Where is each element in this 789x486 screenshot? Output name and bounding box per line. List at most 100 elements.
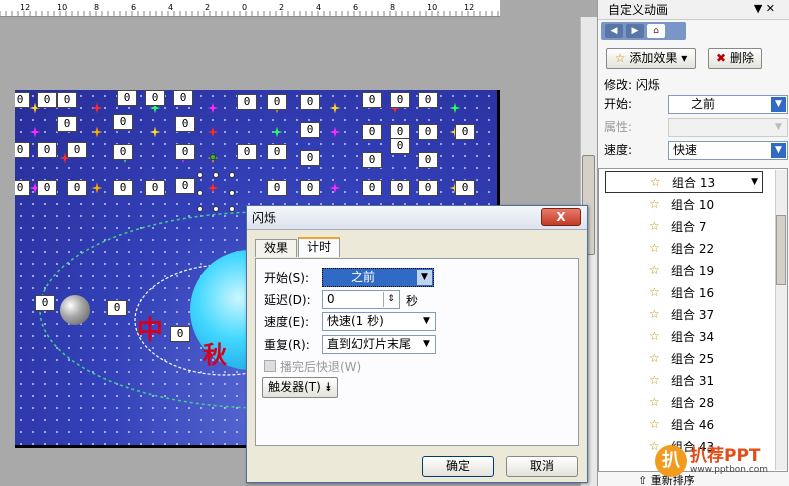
chevron-down-icon[interactable]: ▼ — [771, 143, 786, 158]
canvas-margin — [0, 17, 14, 486]
zero-label[interactable]: 0 — [67, 180, 87, 196]
chevron-down-icon[interactable]: ▼ — [751, 177, 758, 187]
zero-label[interactable]: 0 — [418, 92, 438, 108]
zero-label[interactable]: 0 — [67, 142, 87, 158]
animation-list-item[interactable]: ☆ 组合 37 — [599, 303, 771, 325]
reorder-up-icon[interactable]: ⇧ — [638, 474, 647, 486]
animation-list-item[interactable]: ☆ 组合 10 — [599, 193, 771, 215]
zero-label[interactable]: 0 — [390, 180, 410, 196]
chevron-down-icon[interactable]: ▼ — [419, 337, 434, 352]
zero-label[interactable]: 0 — [267, 94, 287, 110]
zero-label[interactable]: 0 — [175, 144, 195, 160]
zero-label[interactable]: 0 — [455, 180, 475, 196]
animation-list-item[interactable]: ☆ 组合 13 ▼ — [605, 171, 763, 193]
close-button[interactable]: X — [541, 208, 581, 226]
delay-input[interactable]: 0 ⇕ — [322, 290, 400, 309]
zero-label[interactable]: 0 — [113, 144, 133, 160]
rotate-handle[interactable] — [210, 154, 216, 160]
zero-label[interactable]: 0 — [37, 142, 57, 158]
spinner-icon[interactable]: ⇕ — [383, 292, 398, 307]
zero-label[interactable]: 0 — [145, 180, 165, 196]
repeat-select[interactable]: 直到幻灯片末尾 ▼ — [322, 335, 436, 354]
zero-label[interactable]: 0 — [57, 116, 77, 132]
pane-speed-select[interactable]: 快速 ▼ — [668, 141, 788, 160]
zero-label[interactable]: 0 — [117, 90, 137, 106]
zero-label[interactable]: 0 — [362, 180, 382, 196]
zero-label[interactable]: 0 — [455, 124, 475, 140]
zero-label[interactable]: 0 — [300, 94, 320, 110]
zero-label[interactable]: 0 — [175, 116, 195, 132]
animation-list[interactable]: ☆ 组合 13 ▼ ☆ 组合 10 ☆ 组合 7 ☆ 组合 22 ☆ 组合 19 ☆ 组合 16 ☆ 组合 … — [598, 168, 788, 472]
dialog-title-bar[interactable]: 闪烁 — [247, 206, 587, 230]
animation-list-item[interactable]: ☆ 组合 16 — [599, 281, 771, 303]
zero-label[interactable]: 0 — [170, 326, 190, 342]
zero-label[interactable]: 0 — [15, 180, 30, 196]
selection-handle[interactable] — [213, 206, 219, 212]
zero-label[interactable]: 0 — [237, 94, 257, 110]
selection-handle[interactable] — [197, 190, 203, 196]
zero-label[interactable]: 0 — [418, 180, 438, 196]
zero-label[interactable]: 0 — [175, 178, 195, 194]
animation-list-item[interactable]: ☆ 组合 46 — [599, 413, 771, 435]
animation-list-item[interactable]: ☆ 组合 7 — [599, 215, 771, 237]
ok-button[interactable]: 确定 — [422, 456, 494, 477]
zero-label[interactable]: 0 — [300, 150, 320, 166]
delete-button[interactable]: ✖ 删除 — [708, 48, 762, 69]
animation-list-item[interactable]: ☆ 组合 31 — [599, 369, 771, 391]
rewind-checkbox[interactable] — [264, 360, 276, 372]
zero-label[interactable]: 0 — [390, 138, 410, 154]
pane-start-select[interactable]: 之前 ▼ — [668, 95, 788, 114]
zero-label[interactable]: 0 — [418, 124, 438, 140]
zero-label[interactable]: 0 — [362, 124, 382, 140]
zero-label[interactable]: 0 — [35, 295, 55, 311]
back-icon[interactable]: ◀ — [605, 24, 623, 38]
zero-label[interactable]: 0 — [300, 122, 320, 138]
cancel-button[interactable]: 取消 — [506, 456, 578, 477]
zero-label[interactable]: 0 — [113, 114, 133, 130]
list-scrollbar-thumb[interactable] — [776, 215, 786, 285]
zero-label[interactable]: 0 — [390, 92, 410, 108]
animation-list-item[interactable]: ☆ 组合 34 — [599, 325, 771, 347]
start-select[interactable]: 之前 ▼ — [322, 268, 434, 287]
zero-label[interactable]: 0 — [15, 92, 30, 108]
forward-icon[interactable]: ▶ — [626, 24, 644, 38]
zero-label[interactable]: 0 — [418, 152, 438, 168]
selection-handle[interactable] — [197, 172, 203, 178]
moon-graphic[interactable] — [60, 295, 90, 325]
selection-handle[interactable] — [213, 172, 219, 178]
trigger-button[interactable]: 触发器(T) ⯯ — [262, 377, 338, 398]
chevron-down-icon[interactable]: ▼ — [419, 314, 434, 329]
tab-effect[interactable]: 效果 — [255, 239, 298, 257]
zero-label[interactable]: 0 — [37, 180, 57, 196]
zero-label[interactable]: 0 — [113, 180, 133, 196]
zero-label[interactable]: 0 — [57, 92, 77, 108]
selection-handle[interactable] — [229, 206, 235, 212]
zero-label[interactable]: 0 — [362, 152, 382, 168]
chevron-down-icon[interactable]: ▼ — [417, 270, 432, 285]
speed-select[interactable]: 快速(1 秒) ▼ — [322, 312, 436, 331]
zero-label[interactable]: 0 — [145, 90, 165, 106]
zero-label[interactable]: 0 — [107, 300, 127, 316]
selection-handle[interactable] — [229, 190, 235, 196]
zero-label[interactable]: 0 — [300, 180, 320, 196]
home-icon[interactable]: ⌂ — [647, 24, 665, 38]
zero-label[interactable]: 0 — [267, 180, 287, 196]
zero-label[interactable]: 0 — [237, 144, 257, 160]
animation-list-item[interactable]: ☆ 组合 19 — [599, 259, 771, 281]
animation-list-item[interactable]: ☆ 组合 22 — [599, 237, 771, 259]
zero-label[interactable]: 0 — [362, 92, 382, 108]
zero-label[interactable]: 0 — [267, 144, 287, 160]
tab-timing[interactable]: 计时 — [298, 237, 341, 257]
add-effect-button[interactable]: ☆ 添加效果 ▾ — [606, 48, 696, 69]
effect-options-dialog[interactable]: 闪烁 X 效果 计时 开始(S): 之前 ▼ 延迟(D): 0 ⇕ 秒 速度(E… — [246, 205, 588, 483]
animation-list-item[interactable]: ☆ 组合 25 — [599, 347, 771, 369]
chevron-down-icon[interactable]: ▼ — [771, 97, 786, 112]
pane-property-select[interactable]: ▼ — [668, 118, 788, 137]
selection-handle[interactable] — [197, 206, 203, 212]
zero-label[interactable]: 0 — [37, 92, 57, 108]
selection-handle[interactable] — [229, 172, 235, 178]
pane-menu-icon[interactable]: ▼ ✕ — [754, 2, 775, 15]
zero-label[interactable]: 0 — [173, 90, 193, 106]
zero-label[interactable]: 0 — [15, 142, 30, 158]
animation-list-item[interactable]: ☆ 组合 28 — [599, 391, 771, 413]
